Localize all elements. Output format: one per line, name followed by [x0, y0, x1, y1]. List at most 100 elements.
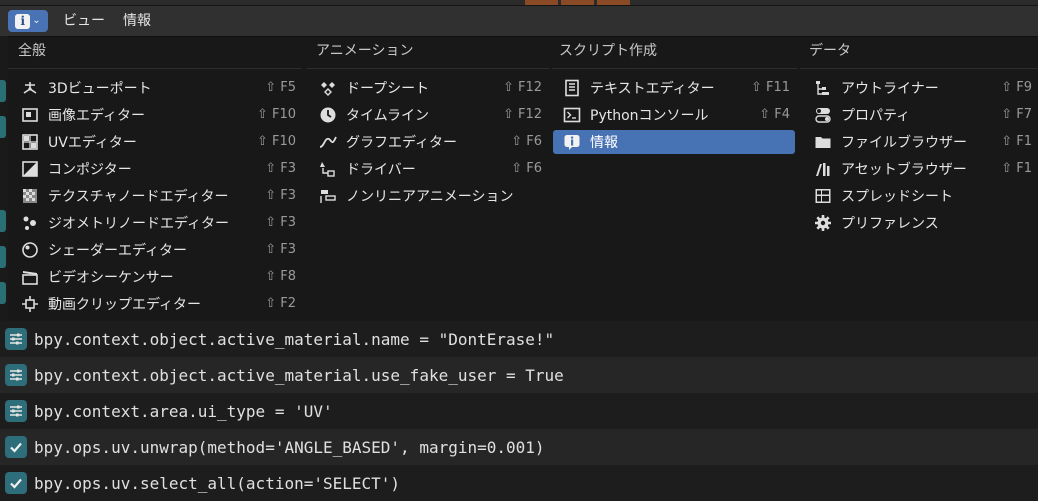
menu-item-shader-editor[interactable]: シェーダーエディター ⇧ F3 — [20, 238, 302, 262]
log-text: bpy.context.area.ui_type = 'UV' — [34, 401, 333, 421]
check-icon — [5, 436, 27, 458]
geometry-node-icon — [20, 213, 40, 233]
menu-item-uv-editor[interactable]: UVエディター ⇧ F10 — [20, 130, 302, 154]
log-text: bpy.ops.uv.unwrap(method='ANGLE_BASED', … — [34, 437, 545, 457]
log-text: bpy.ops.uv.select_all(action='SELECT') — [34, 473, 401, 493]
header-menu-info[interactable]: 情報 — [123, 6, 151, 36]
menu-item-video-sequencer[interactable]: ビデオシーケンサー ⇧ F8 — [20, 265, 302, 289]
menu-item-label: ドライバー — [346, 162, 416, 178]
shortcut: ⇧ F12 — [502, 107, 542, 122]
spreadsheet-icon — [813, 186, 833, 206]
menu-item-file-browser[interactable]: ファイルブラウザー ⇧ F1 — [813, 130, 1038, 154]
menu-item-compositor[interactable]: コンポジター ⇧ F3 — [20, 157, 302, 181]
menu-item-image-editor[interactable]: 画像エディター ⇧ F10 — [20, 103, 302, 127]
menu-item-text-editor[interactable]: テキストエディター ⇧ F11 — [562, 76, 796, 100]
log-entry[interactable]: bpy.context.area.ui_type = 'UV' — [0, 393, 1038, 429]
shortcut: ⇧ F11 — [750, 80, 790, 95]
column-heading: 全般 — [18, 43, 46, 59]
texture-node-icon — [20, 186, 40, 206]
gear-icon — [813, 213, 833, 233]
menu-item-label: シェーダーエディター — [48, 243, 188, 259]
menu-item-label: コンポジター — [48, 162, 132, 178]
folder-icon — [813, 132, 833, 152]
asset-browser-icon — [813, 159, 833, 179]
menu-item-label: ビデオシーケンサー — [48, 270, 174, 286]
viewport-3d-icon — [20, 78, 40, 98]
image-editor-icon — [20, 105, 40, 125]
menu-item-dope-sheet[interactable]: ドープシート ⇧ F12 — [318, 76, 548, 100]
check-icon — [5, 472, 27, 494]
shortcut: ⇧ F3 — [265, 215, 296, 230]
menu-item-asset-browser[interactable]: アセットブラウザー ⇧ F1 — [813, 157, 1038, 181]
shortcut: ⇧ F1 — [1001, 161, 1032, 176]
chevron-down-icon: ⌄ — [32, 15, 41, 26]
menu-item-geometry-node-editor[interactable]: ジオメトリノードエディター ⇧ F3 — [20, 211, 302, 235]
menu-item-label: 画像エディター — [48, 108, 146, 124]
movie-clip-icon — [20, 294, 40, 314]
dope-sheet-icon — [318, 78, 338, 98]
menu-item-preferences[interactable]: プリファレンス — [813, 211, 1038, 235]
menu-item-label: Pythonコンソール — [590, 108, 709, 124]
info-log: bpy.context.object.active_material.name … — [0, 321, 1038, 501]
menu-item-outliner[interactable]: アウトライナー ⇧ F9 — [813, 76, 1038, 100]
drivers-icon — [318, 159, 338, 179]
timeline-icon — [318, 105, 338, 125]
header-menu-view[interactable]: ビュー — [63, 6, 105, 36]
shortcut: ⇧ F8 — [265, 269, 296, 284]
menu-item-3d-viewport[interactable]: 3Dビューポート ⇧ F5 — [20, 76, 302, 100]
shortcut: ⇧ F10 — [256, 134, 296, 149]
property-icon — [5, 364, 27, 386]
shortcut: ⇧ F6 — [511, 161, 542, 176]
menu-item-label: ジオメトリノードエディター — [48, 216, 230, 232]
log-entry[interactable]: bpy.context.object.active_material.use_f… — [0, 357, 1038, 393]
shortcut: ⇧ F3 — [265, 242, 296, 257]
log-text: bpy.context.object.active_material.use_f… — [34, 365, 564, 385]
menu-item-spreadsheet[interactable]: スプレッドシート — [813, 184, 1038, 208]
tab-accent — [561, 0, 594, 5]
log-entry[interactable]: bpy.context.object.active_material.name … — [0, 321, 1038, 357]
editor-type-menu: 全般 3Dビューポート ⇧ F5 画像エディター ⇧ F10 UVエディター ⇧… — [8, 36, 1038, 321]
menu-item-label: テキストエディター — [590, 81, 715, 97]
menu-item-label: プリファレンス — [841, 216, 939, 232]
column-heading: アニメーション — [316, 43, 414, 59]
shortcut: ⇧ F9 — [1001, 80, 1032, 95]
shortcut: ⇧ F3 — [265, 188, 296, 203]
shortcut: ⇧ F1 — [1001, 134, 1032, 149]
uv-editor-icon — [20, 132, 40, 152]
left-gutter — [0, 36, 8, 321]
menu-item-label: グラフエディター — [346, 135, 458, 151]
menu-item-label: タイムライン — [346, 108, 430, 124]
menu-item-python-console[interactable]: Pythonコンソール ⇧ F4 — [562, 103, 796, 127]
info-editor-header: i ⌄ ビュー 情報 — [0, 6, 1038, 36]
shortcut: ⇧ F4 — [759, 107, 790, 122]
shortcut: ⇧ F2 — [265, 296, 296, 311]
compositor-icon — [20, 159, 40, 179]
menu-item-drivers[interactable]: ドライバー ⇧ F6 — [318, 157, 548, 181]
menu-item-timeline[interactable]: タイムライン ⇧ F12 — [318, 103, 548, 127]
property-icon — [5, 400, 27, 422]
log-text: bpy.context.object.active_material.name … — [34, 329, 555, 349]
text-editor-icon — [562, 78, 582, 98]
menu-item-nonlinear-animation[interactable]: ノンリニアアニメーション — [318, 184, 548, 208]
menu-item-graph-editor[interactable]: グラフエディター ⇧ F6 — [318, 130, 548, 154]
menu-item-label: 情報 — [590, 135, 618, 151]
menu-item-label: スプレッドシート — [841, 189, 953, 205]
shortcut: ⇧ F10 — [256, 107, 296, 122]
menu-item-label: ファイルブラウザー — [841, 135, 967, 151]
shortcut: ⇧ F6 — [511, 134, 542, 149]
menu-item-info[interactable]: 情報 — [553, 130, 795, 154]
column-heading: データ — [809, 43, 851, 59]
column-heading: スクリプト作成 — [559, 43, 657, 59]
log-entry[interactable]: bpy.ops.uv.unwrap(method='ANGLE_BASED', … — [0, 429, 1038, 465]
menu-item-label: プロパティ — [841, 108, 911, 124]
shortcut: ⇧ F3 — [265, 161, 296, 176]
properties-icon — [813, 105, 833, 125]
menu-item-movie-clip-editor[interactable]: 動画クリップエディター ⇧ F2 — [20, 292, 302, 316]
menu-item-texture-node-editor[interactable]: テクスチャノードエディター ⇧ F3 — [20, 184, 302, 208]
nla-icon — [318, 186, 338, 206]
tab-accent — [525, 0, 558, 5]
menu-item-label: アウトライナー — [841, 81, 939, 97]
menu-item-properties[interactable]: プロパティ ⇧ F7 — [813, 103, 1038, 127]
log-entry[interactable]: bpy.ops.uv.select_all(action='SELECT') — [0, 465, 1038, 501]
editor-type-button[interactable]: i ⌄ — [8, 10, 48, 32]
